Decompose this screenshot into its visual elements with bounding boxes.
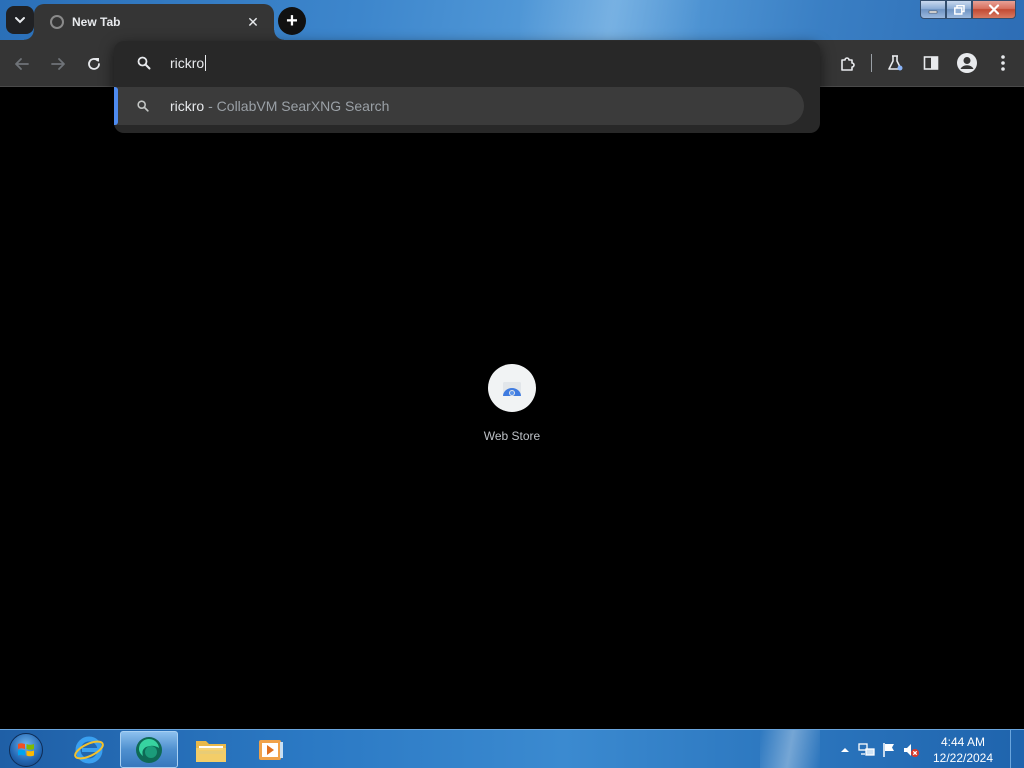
labs-icon	[888, 55, 903, 71]
show-hidden-icons-icon	[841, 747, 849, 752]
tab-close-button[interactable]: ✕	[244, 13, 262, 31]
action-center-button[interactable]	[878, 739, 900, 761]
shortcut-tile	[488, 364, 536, 412]
search-icon	[137, 100, 149, 112]
volume-button[interactable]	[900, 739, 922, 761]
minimize-icon	[928, 10, 938, 13]
side-panel-icon	[923, 56, 939, 70]
close-window-button[interactable]	[972, 0, 1016, 19]
tab-title: New Tab	[72, 15, 121, 29]
toolbar-right-actions	[835, 50, 1016, 76]
minimize-button[interactable]	[920, 0, 946, 19]
network-icon	[858, 742, 875, 756]
taskbar-file-explorer[interactable]	[182, 731, 240, 768]
internet-explorer-icon	[74, 736, 104, 763]
text-caret	[205, 55, 207, 71]
clock-time: 4:44 AM	[940, 734, 986, 749]
start-button[interactable]	[6, 731, 46, 768]
extensions-icon	[841, 57, 855, 71]
search-icon	[137, 56, 151, 70]
more-vert-icon	[1001, 55, 1005, 71]
arrow-forward-icon	[51, 58, 65, 70]
close-icon	[988, 4, 1000, 15]
suggestion-text: rickro - CollabVM SearXNG Search	[170, 97, 389, 115]
side-panel-button[interactable]	[918, 50, 944, 76]
back-button[interactable]	[9, 51, 35, 77]
menu-button[interactable]	[990, 50, 1016, 76]
clock-date: 12/22/2024	[932, 750, 994, 765]
window-controls	[920, 0, 1016, 19]
network-button[interactable]	[856, 739, 878, 761]
omnibox-suggestion[interactable]: rickro - CollabVM SearXNG Search	[114, 87, 804, 125]
address-input-value: rickro	[170, 55, 205, 71]
system-tray: 4:44 AM 12/22/2024	[834, 730, 1024, 768]
taskbar-internet-explorer[interactable]	[60, 731, 118, 768]
tab-new-tab[interactable]: New Tab ✕	[24, 4, 284, 40]
reload-icon	[88, 58, 100, 70]
shortcut-web-store[interactable]: Web Store	[472, 364, 552, 450]
profile-icon	[957, 53, 977, 73]
taskbar-clock[interactable]: 4:44 AM 12/22/2024	[922, 734, 1004, 766]
browser-icon	[136, 736, 162, 763]
shortcut-label: Web Store	[483, 429, 541, 443]
action-center-flag-icon	[883, 742, 894, 757]
restore-icon	[953, 4, 965, 15]
profile-button[interactable]	[954, 50, 980, 76]
omnibox-popup: rickro rickro - CollabVM SearXNG Search	[114, 41, 820, 133]
show-hidden-icons-button[interactable]	[834, 739, 856, 761]
suggestion-query: rickro	[170, 98, 205, 114]
media-player-icon	[259, 739, 283, 760]
taskbar-media-player[interactable]	[242, 731, 300, 768]
toolbar-divider	[871, 54, 872, 72]
file-explorer-icon	[196, 740, 226, 762]
title-bar: New Tab ✕ +	[0, 0, 1024, 40]
globe-icon	[50, 15, 64, 29]
taskbar-browser[interactable]	[120, 731, 178, 768]
new-tab-button[interactable]: +	[278, 7, 306, 35]
extensions-button[interactable]	[835, 50, 861, 76]
labs-button[interactable]	[882, 50, 908, 76]
windows-logo-icon	[9, 732, 43, 767]
restore-button[interactable]	[946, 0, 972, 19]
web-store-icon	[503, 382, 521, 396]
arrow-back-icon	[15, 58, 29, 70]
show-desktop-button[interactable]	[1010, 730, 1024, 768]
taskbar: 4:44 AM 12/22/2024	[0, 729, 1024, 768]
volume-muted-icon	[904, 743, 919, 757]
chevron-down-icon	[15, 17, 25, 24]
omnibox[interactable]: rickro	[114, 41, 820, 85]
reload-button[interactable]	[81, 51, 107, 77]
suggestion-description: - CollabVM SearXNG Search	[204, 98, 390, 114]
address-input[interactable]: rickro	[170, 53, 207, 73]
forward-button[interactable]	[45, 51, 71, 77]
